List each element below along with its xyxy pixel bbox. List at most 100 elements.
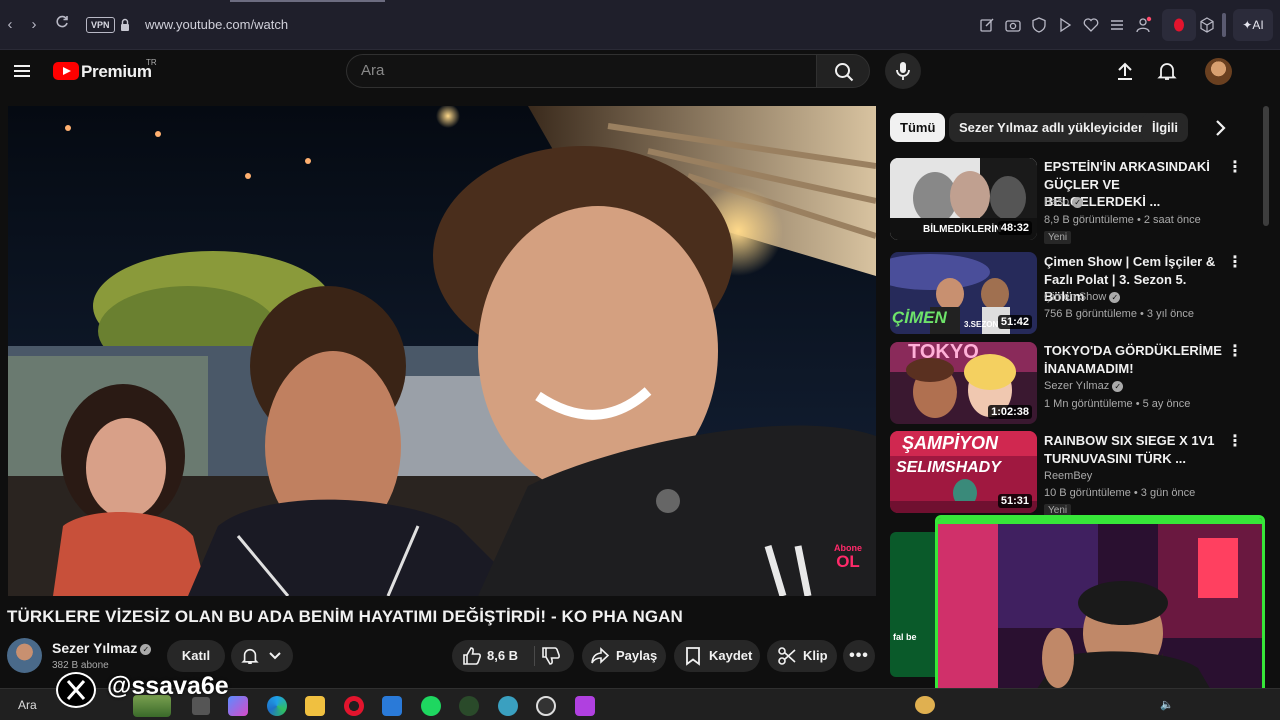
recommendation-thumbnail-partial[interactable]: fal be	[890, 532, 935, 677]
camera-icon[interactable]	[1004, 16, 1022, 34]
toolbar-divider	[1222, 13, 1226, 37]
clip-label: Klip	[803, 648, 828, 663]
recommendation-channel[interactable]: Çimen Show ✓	[1044, 291, 1121, 303]
thumbnail-caption-2: SELIMSHADY	[896, 459, 1001, 476]
obs-icon[interactable]	[536, 696, 556, 716]
recommendation-meta: 10 B görüntüleme • 3 gün önce	[1044, 487, 1196, 499]
address-bar[interactable]: www.youtube.com/watch	[145, 17, 288, 32]
ai-button[interactable]: ✦AI	[1233, 9, 1273, 41]
webcam-frame	[938, 518, 1262, 702]
channel-text: Baso	[1044, 196, 1070, 208]
app-icon-2[interactable]	[575, 696, 595, 716]
subscriber-count: 382 B abone	[52, 660, 109, 671]
app-icon[interactable]	[498, 696, 518, 716]
voice-search-button[interactable]	[885, 53, 921, 89]
more-actions-button[interactable]: •••	[843, 640, 875, 672]
channel-avatar[interactable]	[7, 638, 42, 673]
copilot-icon[interactable]	[228, 696, 248, 716]
chip-all[interactable]: Tümü	[890, 113, 946, 142]
like-button[interactable]: 8,6 B	[452, 640, 534, 672]
video-frame	[8, 106, 876, 596]
video-player[interactable]: Abone OL	[8, 106, 876, 596]
upload-icon[interactable]	[1115, 61, 1135, 81]
lock-icon[interactable]	[120, 18, 130, 32]
logo-text[interactable]: Premium	[81, 62, 152, 82]
verified-icon: ✓	[1109, 291, 1121, 303]
weather-icon[interactable]	[915, 696, 935, 714]
recommendation-thumbnail[interactable]: ÇİMEN 3.SEZON 51:42	[890, 252, 1037, 334]
chevron-right-icon[interactable]	[1210, 118, 1230, 138]
thumbnail-caption: ÇİMEN	[892, 308, 947, 327]
recommendation-title[interactable]: TOKYO'DA GÖRDÜKLERİME İNANAMADIM!	[1044, 342, 1224, 377]
share-button[interactable]: Paylaş	[582, 640, 666, 672]
chip-related[interactable]: İlgili	[1142, 113, 1188, 142]
edit-page-icon[interactable]	[978, 16, 996, 34]
chevron-down-icon	[269, 652, 281, 660]
menu-icon[interactable]	[13, 62, 31, 80]
partial-thumbnail-caption: fal be	[893, 632, 917, 642]
clip-button[interactable]: Klip	[767, 640, 837, 672]
profile-icon[interactable]	[1134, 16, 1152, 34]
bell-icon	[241, 648, 259, 665]
file-explorer-icon[interactable]	[305, 696, 325, 716]
more-vertical-icon[interactable]: ⋮	[1226, 159, 1244, 177]
save-button[interactable]: Kaydet	[674, 640, 760, 672]
active-tab-indicator	[230, 0, 385, 2]
opera-extension-button[interactable]	[1162, 9, 1196, 41]
recommendation-channel[interactable]: Baso ✓	[1044, 196, 1084, 208]
subscribe-bell-button[interactable]	[231, 640, 293, 672]
sparkle-icon: ✦	[1242, 18, 1253, 32]
chip-from-uploader[interactable]: Sezer Yılmaz adlı yükleyiciden	[949, 113, 1156, 142]
list-icon[interactable]	[1108, 16, 1126, 34]
thumbnail-caption: ŞAMPİYON	[902, 433, 999, 453]
streamer-webcam	[935, 515, 1265, 705]
shield-icon[interactable]	[1030, 16, 1048, 34]
vpn-badge[interactable]: VPN	[86, 17, 115, 33]
like-count: 8,6 B	[487, 648, 519, 663]
forward-arrow-icon[interactable]: ›	[24, 15, 44, 35]
browser-toolbar: ‹ › VPN www.youtube.com/watch ✦AI	[0, 0, 1280, 50]
channel-text: Sezer Yılmaz	[1044, 380, 1110, 392]
new-badge: Yeni	[1044, 231, 1072, 244]
bookmark-icon	[686, 647, 700, 666]
heart-icon[interactable]	[1082, 16, 1100, 34]
verified-icon: ✓	[140, 643, 152, 655]
recommendation-thumbnail[interactable]: BİLMEDİKLERİN 48:32	[890, 158, 1037, 240]
back-arrow-icon[interactable]: ‹	[0, 15, 20, 35]
recommendation-channel[interactable]: Sezer Yılmaz ✓	[1044, 380, 1124, 392]
user-avatar[interactable]	[1205, 58, 1232, 85]
spotify-icon[interactable]	[421, 696, 441, 716]
recommendation-title[interactable]: RAINBOW SIX SIEGE X 1V1 TURNUVASINI TÜRK…	[1044, 432, 1224, 467]
nvidia-icon[interactable]	[459, 696, 479, 716]
join-button[interactable]: Katıl	[167, 640, 225, 672]
edge-icon[interactable]	[267, 696, 287, 716]
page-scrollbar[interactable]	[1263, 106, 1269, 226]
channel-name[interactable]: Sezer Yılmaz ✓	[52, 640, 152, 656]
reload-icon[interactable]	[52, 15, 72, 35]
dislike-button[interactable]	[536, 640, 574, 672]
subscribe-overlay[interactable]: Abone OL	[834, 544, 862, 571]
more-vertical-icon[interactable]: ⋮	[1226, 254, 1244, 272]
more-vertical-icon[interactable]: ⋮	[1226, 433, 1244, 451]
recommendation-meta: 8,9 B görüntüleme • 2 saat önce	[1044, 214, 1201, 226]
opera-icon[interactable]	[344, 696, 364, 716]
video-duration: 51:42	[997, 315, 1032, 329]
mail-icon[interactable]	[382, 696, 402, 716]
search-input[interactable]: Ara	[346, 54, 816, 88]
mic-icon	[896, 62, 910, 80]
recommendation-thumbnail[interactable]: TOKYO 1:02:38	[890, 342, 1037, 424]
youtube-logo-icon[interactable]	[53, 62, 79, 80]
play-icon[interactable]	[1056, 16, 1074, 34]
taskbar-search[interactable]: Ara	[18, 698, 37, 712]
recommendation-channel[interactable]: ReemBey	[1044, 470, 1092, 482]
like-dislike-group: 8,6 B	[452, 640, 574, 672]
more-horizontal-icon: •••	[849, 647, 869, 664]
volume-icon[interactable]: 🔈	[1160, 698, 1174, 711]
recommendation-thumbnail[interactable]: ŞAMPİYON SELIMSHADY 51:31	[890, 431, 1037, 513]
scissors-icon	[778, 647, 796, 665]
cube-icon[interactable]	[1198, 16, 1216, 34]
notifications-bell-icon[interactable]	[1157, 61, 1177, 81]
x-logo-icon	[56, 672, 96, 708]
more-vertical-icon[interactable]: ⋮	[1226, 343, 1244, 361]
search-button[interactable]	[816, 54, 870, 88]
